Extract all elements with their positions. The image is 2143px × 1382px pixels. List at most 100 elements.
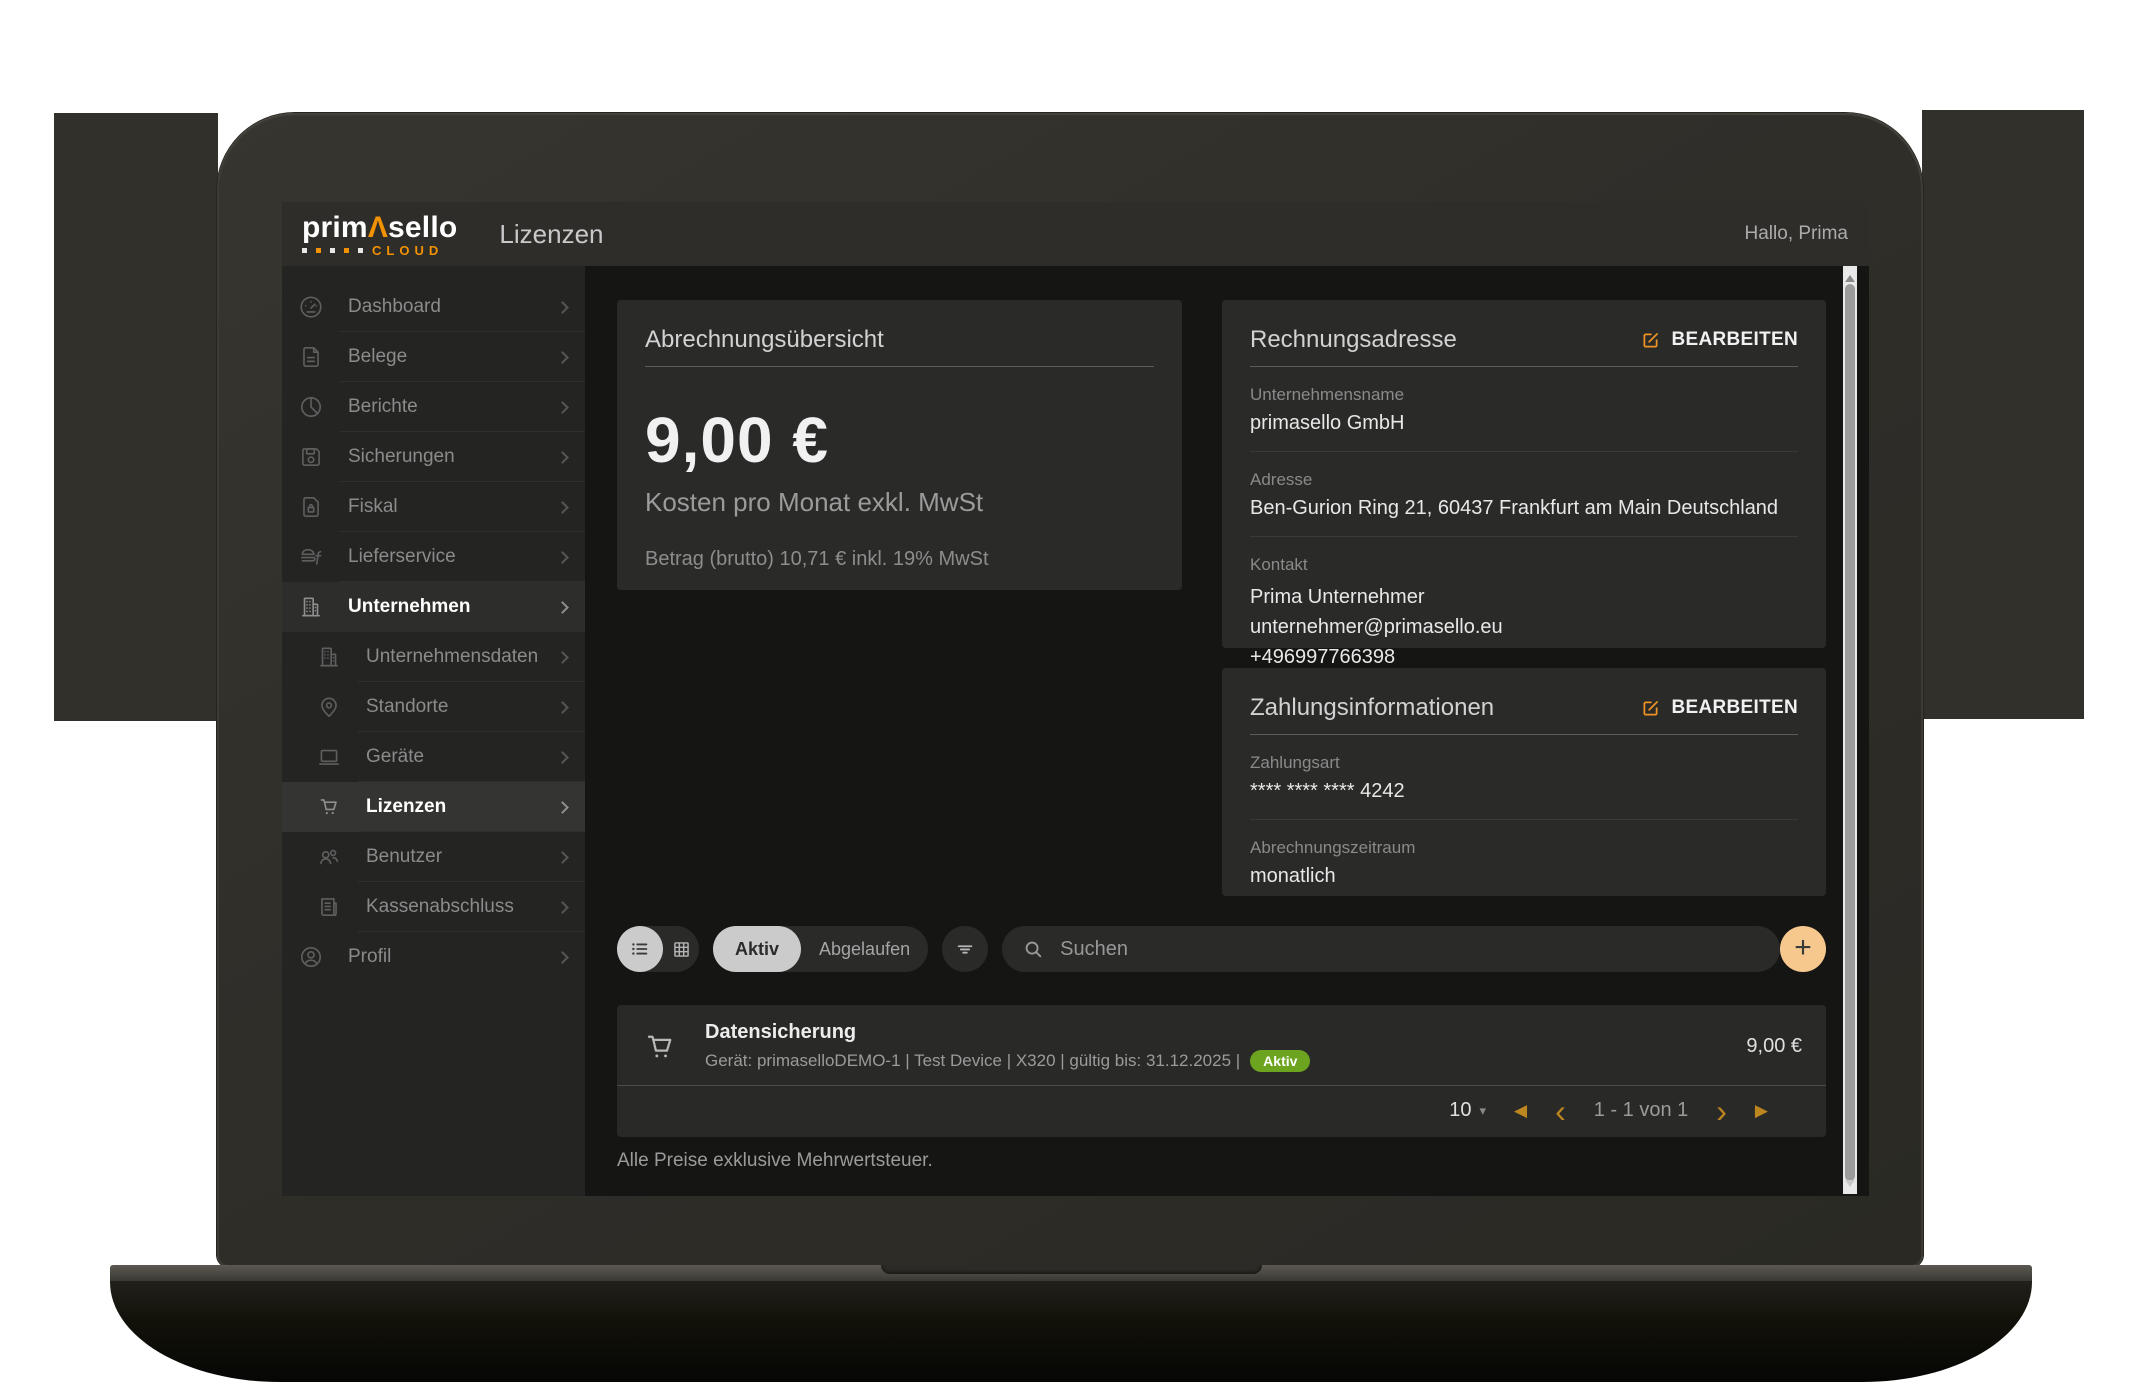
document-lock-icon bbox=[298, 494, 324, 520]
scrollbar-thumb[interactable] bbox=[1845, 284, 1855, 1181]
field-billing-period: Abrechnungszeitraum monatlich bbox=[1250, 838, 1798, 888]
scroll-down-arrow-icon[interactable] bbox=[1845, 1180, 1855, 1192]
sidebar-item-sicherungen[interactable]: Sicherungen bbox=[282, 432, 585, 482]
laptop-hinge-notch bbox=[881, 1265, 1262, 1274]
grid-view-button[interactable] bbox=[663, 939, 699, 960]
license-row[interactable]: Datensicherung Gerät: primaselloDEMO-1 |… bbox=[617, 1005, 1826, 1085]
next-page-button[interactable]: › bbox=[1716, 1102, 1727, 1120]
sidebar-item-dashboard[interactable]: Dashboard bbox=[282, 282, 585, 332]
sidebar-item-label: Standorte bbox=[366, 696, 448, 718]
page-size-value: 10 bbox=[1449, 1099, 1471, 1122]
sidebar-item-belege[interactable]: Belege bbox=[282, 332, 585, 382]
divider bbox=[1250, 819, 1798, 820]
app-window: primΛsello CLOUD Lizenzen Hallo, Prima D… bbox=[282, 202, 1869, 1196]
edit-payment-info-button[interactable]: BEARBEITEN bbox=[1640, 697, 1798, 719]
scroll-up-arrow-icon[interactable] bbox=[1845, 270, 1855, 282]
sidebar-item-lizenzen[interactable]: Lizenzen bbox=[282, 782, 585, 832]
sidebar-item-benutzer[interactable]: Benutzer bbox=[282, 832, 585, 882]
edit-button-label: BEARBEITEN bbox=[1671, 697, 1798, 719]
invoice-address-card: Rechnungsadresse BEARBEITEN Unternehmens… bbox=[1222, 300, 1826, 648]
backdrop-right bbox=[1922, 110, 2084, 719]
chevron-right-icon bbox=[556, 301, 569, 314]
payment-card-title: Zahlungsinformationen bbox=[1250, 694, 1494, 722]
sidebar-item-label: Kassenabschluss bbox=[366, 896, 514, 918]
chevron-right-icon bbox=[556, 501, 569, 514]
logo-text: prim bbox=[302, 213, 368, 243]
license-list-card: Datensicherung Gerät: primaselloDEMO-1 |… bbox=[617, 1005, 1826, 1137]
save-icon bbox=[298, 444, 324, 470]
sidebar-item-unternehmen[interactable]: Unternehmen bbox=[282, 582, 585, 632]
logo-text: sello bbox=[388, 213, 457, 243]
cart-icon bbox=[316, 794, 342, 820]
billing-overview-card: Abrechnungsübersicht 9,00 € Kosten pro M… bbox=[617, 300, 1182, 590]
edit-icon bbox=[1640, 330, 1661, 351]
divider bbox=[1250, 536, 1798, 537]
cart-icon bbox=[641, 1028, 679, 1066]
sidebar-item-fiskal[interactable]: Fiskal bbox=[282, 482, 585, 532]
sidebar-item-label: Belege bbox=[348, 346, 407, 368]
tab-abgelaufen[interactable]: Abgelaufen bbox=[801, 939, 928, 960]
edit-invoice-address-button[interactable]: BEARBEITEN bbox=[1640, 329, 1798, 351]
search-box bbox=[1002, 926, 1780, 972]
filter-bar: Aktiv Abgelaufen + bbox=[617, 926, 1826, 972]
status-tabs: Aktiv Abgelaufen bbox=[713, 926, 928, 972]
chevron-right-icon bbox=[556, 351, 569, 364]
tab-aktiv[interactable]: Aktiv bbox=[713, 926, 801, 972]
user-greeting: Hallo, Prima bbox=[1745, 223, 1848, 245]
user-circle-icon bbox=[298, 944, 324, 970]
chevron-right-icon bbox=[556, 801, 569, 814]
add-license-button[interactable]: + bbox=[1780, 926, 1826, 972]
chevron-right-icon bbox=[556, 551, 569, 564]
invoice-card-title: Rechnungsadresse bbox=[1250, 326, 1457, 354]
main-content: Abrechnungsübersicht 9,00 € Kosten pro M… bbox=[585, 266, 1869, 1196]
previous-page-button[interactable]: ‹ bbox=[1555, 1102, 1566, 1120]
sidebar-item-label: Sicherungen bbox=[348, 446, 455, 468]
sidebar-item-geraete[interactable]: Geräte bbox=[282, 732, 585, 782]
chevron-right-icon bbox=[556, 851, 569, 864]
sidebar-item-label: Unternehmen bbox=[348, 596, 470, 618]
sidebar-item-label: Geräte bbox=[366, 746, 424, 768]
map-pin-icon bbox=[316, 694, 342, 720]
billing-card-title: Abrechnungsübersicht bbox=[645, 326, 884, 354]
list-view-button[interactable] bbox=[617, 926, 663, 972]
gauge-icon bbox=[298, 294, 324, 320]
scrollbar[interactable] bbox=[1843, 266, 1857, 1194]
filter-button[interactable] bbox=[942, 926, 988, 972]
field-address: Adresse Ben-Gurion Ring 21, 60437 Frankf… bbox=[1250, 470, 1798, 520]
laptop-icon bbox=[316, 744, 342, 770]
page-size-dropdown[interactable]: 10 ▾ bbox=[1449, 1099, 1486, 1122]
plus-icon: + bbox=[1794, 933, 1812, 963]
pie-chart-icon bbox=[298, 394, 324, 420]
first-page-button[interactable]: ◀ bbox=[1514, 1101, 1527, 1121]
laptop-base-edge bbox=[110, 1265, 2032, 1281]
sidebar-item-berichte[interactable]: Berichte bbox=[282, 382, 585, 432]
contact-name: Prima Unternehmer bbox=[1250, 582, 1798, 612]
edit-icon bbox=[1640, 698, 1661, 719]
logo-dot bbox=[358, 248, 363, 253]
tax-footnote: Alle Preise exklusive Mehrwertsteuer. bbox=[617, 1150, 933, 1172]
laptop-base bbox=[110, 1265, 2032, 1382]
users-icon bbox=[316, 844, 342, 870]
status-badge: Aktiv bbox=[1250, 1050, 1310, 1072]
payment-info-card: Zahlungsinformationen BEARBEITEN Zahlung… bbox=[1222, 668, 1826, 896]
contact-email: unternehmer@primasello.eu bbox=[1250, 612, 1798, 642]
sidebar-item-unternehmensdaten[interactable]: Unternehmensdaten bbox=[282, 632, 585, 682]
laptop-lid: primΛsello CLOUD Lizenzen Hallo, Prima D… bbox=[217, 113, 1923, 1267]
sidebar-item-kassenabschluss[interactable]: Kassenabschluss bbox=[282, 882, 585, 932]
field-company-name: Unternehmensname primasello GmbH bbox=[1250, 385, 1798, 435]
sidebar-item-label: Lizenzen bbox=[366, 796, 446, 818]
pagination: 10 ▾ ◀ ‹ 1 - 1 von 1 › ▶ bbox=[617, 1086, 1826, 1137]
backdrop-left bbox=[54, 113, 218, 721]
search-input[interactable] bbox=[1060, 938, 1760, 961]
sidebar-item-label: Berichte bbox=[348, 396, 418, 418]
gross-amount-note: Betrag (brutto) 10,71 € inkl. 19% MwSt bbox=[645, 548, 1154, 571]
last-page-button[interactable]: ▶ bbox=[1755, 1101, 1768, 1121]
search-icon bbox=[1022, 938, 1044, 960]
sidebar-item-standorte[interactable]: Standorte bbox=[282, 682, 585, 732]
chevron-right-icon bbox=[556, 601, 569, 614]
logo-dot bbox=[330, 248, 335, 253]
chevron-right-icon bbox=[556, 751, 569, 764]
sidebar-item-profil[interactable]: Profil bbox=[282, 932, 585, 982]
sidebar-item-lieferservice[interactable]: Lieferservice bbox=[282, 532, 585, 582]
field-payment-method: Zahlungsart **** **** **** 4242 bbox=[1250, 753, 1798, 803]
